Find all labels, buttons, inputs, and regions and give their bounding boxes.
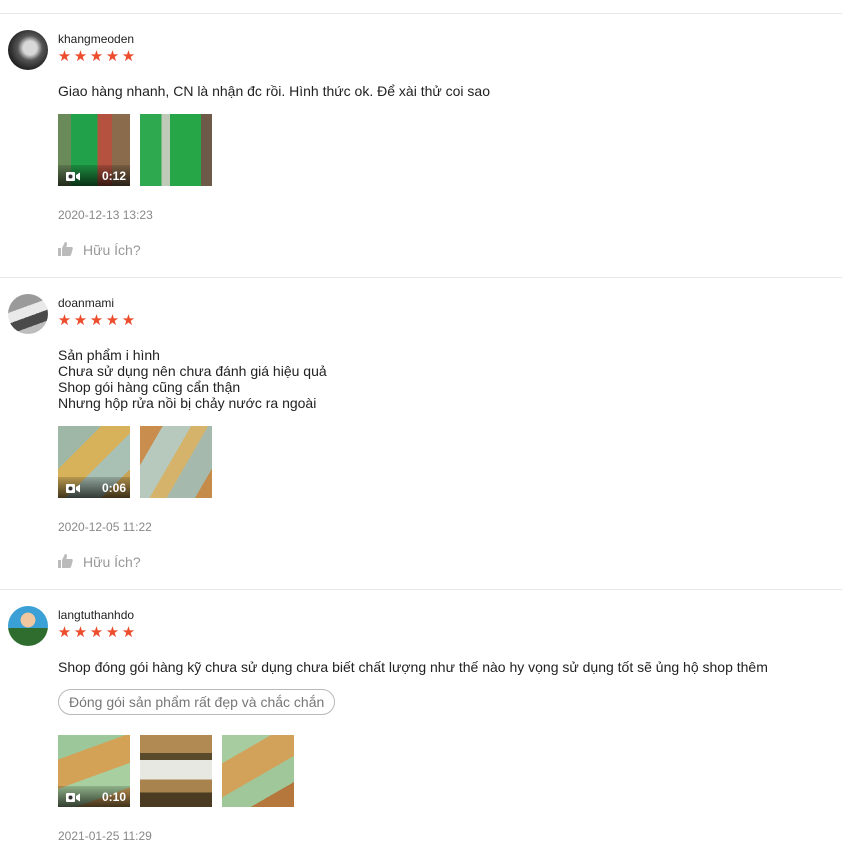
video-camera-icon [66,793,80,802]
star-icon: ★ [73,312,89,329]
review-item: khangmeoden ★ ★ ★ ★ ★ Giao hàng nhanh, CN là… [0,30,842,278]
video-thumbnail[interactable]: 0:06 [58,426,130,498]
thumbs-up-icon [58,554,73,568]
top-divider [0,13,842,14]
star-icon: ★ [73,624,89,641]
photo-thumbnail[interactable] [222,735,294,807]
review-comment: Shop đóng gói hàng kỹ chưa sử dụng chưa … [58,659,768,675]
video-duration: 0:06 [101,481,126,495]
review-divider [0,589,842,590]
review-date: 2020-12-13 13:23 [58,208,153,222]
helpful-button[interactable]: Hữu Ích? [58,242,141,258]
video-camera-icon [66,172,80,181]
photo-thumbnail[interactable] [140,426,212,498]
video-thumbnail[interactable]: 0:10 [58,735,130,807]
star-rating: ★ ★ ★ ★ ★ [57,625,137,640]
star-rating: ★ ★ ★ ★ ★ [57,49,137,64]
star-icon: ★ [121,48,137,65]
review-item: langtuthanhdo ★ ★ ★ ★ ★ Shop đóng gói hàng k… [0,606,842,843]
star-icon: ★ [57,624,73,641]
video-overlay: 0:10 [58,786,130,807]
reviewer-username[interactable]: doanmami [58,296,114,310]
helpful-label: Hữu Ích? [83,554,141,570]
comment-line: Nhưng hộp rửa nồi bị chảy nước ra ngoài [58,395,317,411]
video-duration: 0:10 [101,790,126,804]
star-icon: ★ [89,624,105,641]
review-item: doanmami ★ ★ ★ ★ ★ Sản phẩm i hình Chưa sử d… [0,294,842,590]
review-date: 2020-12-05 11:22 [58,520,152,534]
video-overlay: 0:12 [58,165,130,186]
star-icon: ★ [57,48,73,65]
star-rating: ★ ★ ★ ★ ★ [57,313,137,328]
video-overlay: 0:06 [58,477,130,498]
comment-line: Shop gói hàng cũng cẩn thận [58,379,241,395]
review-comment: Sản phẩm i hình Chưa sử dụng nên chưa đá… [58,347,327,411]
review-tag: Đóng gói sản phẩm rất đẹp và chắc chắn [58,689,336,715]
review-divider [0,277,842,278]
reviewer-username[interactable]: langtuthanhdo [58,608,134,622]
star-icon: ★ [57,312,73,329]
review-comment: Giao hàng nhanh, CN là nhận đc rồi. Hình… [58,83,490,99]
reviewer-username[interactable]: khangmeoden [58,32,134,46]
star-icon: ★ [89,312,105,329]
avatar[interactable] [8,30,48,70]
star-icon: ★ [105,312,121,329]
comment-line: Sản phẩm i hình [58,347,160,363]
star-icon: ★ [121,312,137,329]
video-camera-icon [66,484,80,493]
star-icon: ★ [105,48,121,65]
comment-line: Chưa sử dụng nên chưa đánh giá hiệu quả [58,363,327,379]
star-icon: ★ [89,48,105,65]
comment-line: Shop đóng gói hàng kỹ chưa sử dụng chưa … [58,659,768,675]
photo-thumbnail[interactable] [140,735,212,807]
video-duration: 0:12 [101,169,126,183]
thumbs-up-icon [58,242,73,256]
avatar[interactable] [8,294,48,334]
comment-line: Giao hàng nhanh, CN là nhận đc rồi. Hình… [58,83,490,99]
star-icon: ★ [105,624,121,641]
photo-thumbnail[interactable] [140,114,212,186]
star-icon: ★ [121,624,137,641]
review-date: 2021-01-25 11:29 [58,829,152,843]
video-thumbnail[interactable]: 0:12 [58,114,130,186]
avatar[interactable] [8,606,48,646]
helpful-button[interactable]: Hữu Ích? [58,554,141,570]
helpful-label: Hữu Ích? [83,242,141,258]
star-icon: ★ [73,48,89,65]
